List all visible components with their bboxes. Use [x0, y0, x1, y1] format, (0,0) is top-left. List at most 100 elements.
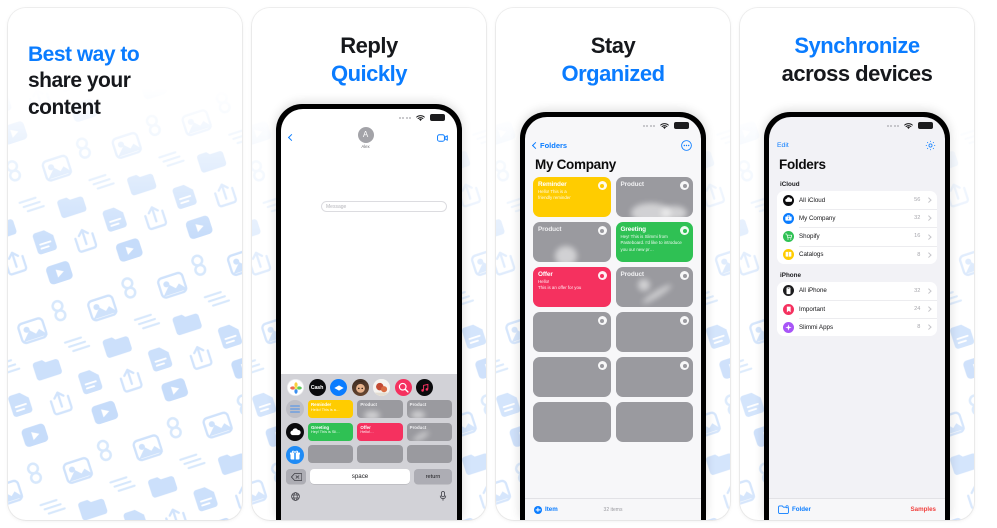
- headline-line-2: across devices: [781, 60, 933, 86]
- snippet-card[interactable]: Reminder Hello! This is a…: [308, 400, 354, 418]
- snippet-title: Product: [538, 226, 562, 233]
- gear-icon[interactable]: [925, 140, 936, 151]
- photo-thumb-app-icon[interactable]: [373, 379, 390, 396]
- snippet-card[interactable]: Offer Hello! This is an offer for you: [533, 267, 611, 307]
- snippet-body: Hello! This is a…: [311, 407, 340, 412]
- microphone-icon[interactable]: [439, 488, 447, 506]
- video-camera-icon[interactable]: [437, 133, 448, 142]
- space-key[interactable]: space: [310, 469, 410, 484]
- snippet-card[interactable]: Product: [357, 400, 403, 418]
- return-key[interactable]: return: [414, 469, 452, 484]
- imessage-app-drawer: Cash Reminder Hello! This is a… Product …: [281, 374, 457, 520]
- photos-app-icon[interactable]: [287, 379, 304, 396]
- phone-mockup: Folders My Company Reminder Hello! This …: [520, 112, 706, 520]
- snippet-body: Hello!…: [360, 430, 374, 435]
- card-badge[interactable]: [680, 316, 689, 325]
- card-badge[interactable]: [597, 361, 607, 370]
- list-item[interactable]: Important 24: [777, 299, 937, 318]
- images-search-app-icon[interactable]: [394, 379, 412, 396]
- gift-icon[interactable]: [286, 446, 304, 464]
- list-item[interactable]: Catalogs 8: [777, 245, 937, 264]
- panel-stay-organized[interactable]: Stay Organized Folders My Company Remind…: [496, 8, 730, 520]
- drawer-side-rail: [286, 400, 304, 464]
- snippet-card[interactable]: [308, 445, 354, 464]
- list-item[interactable]: Slimmi Apps 8: [777, 318, 937, 336]
- message-input[interactable]: Message: [321, 201, 447, 212]
- arrow-app-icon[interactable]: [330, 379, 347, 396]
- headline-line-2: Quickly: [331, 60, 407, 86]
- panel-share-content[interactable]: Best way to share your content: [8, 8, 242, 520]
- chevron-right-icon: [926, 215, 932, 221]
- folder-name: All iPhone: [799, 287, 827, 295]
- snippet-title: Product: [409, 402, 427, 407]
- panel-synchronize[interactable]: Synchronize across devices Edit Folders …: [740, 8, 974, 520]
- snippet-card[interactable]: [406, 445, 452, 464]
- new-folder-button[interactable]: Folder: [778, 505, 811, 514]
- headline-line-1: Reply: [340, 33, 398, 58]
- snippet-card[interactable]: Greeting Hey! This is Sli…: [308, 422, 354, 441]
- snippet-card[interactable]: Greeting Hey! This is Slimmi from Pasteb…: [615, 222, 693, 262]
- panel-headline: Best way to share your content: [8, 8, 242, 121]
- section-header-icloud: iCloud: [780, 181, 800, 188]
- iphone-folder-icon: [783, 285, 794, 297]
- snippet-card[interactable]: [615, 402, 693, 442]
- snippet-body: Hello! This is a friendly reminder: [538, 189, 571, 201]
- snippet-card[interactable]: [533, 312, 611, 352]
- list-item[interactable]: Shopify 16: [777, 227, 937, 245]
- panel-headline: Stay Organized: [496, 8, 730, 87]
- snippet-title: Reminder: [311, 402, 332, 407]
- recents-lines-icon[interactable]: [286, 400, 304, 418]
- back-to-folders-button[interactable]: Folders: [531, 141, 567, 150]
- snippet-card[interactable]: [533, 357, 611, 397]
- delete-key[interactable]: [286, 469, 306, 484]
- back-button[interactable]: [287, 133, 296, 142]
- list-item[interactable]: All iPhone 32: [777, 282, 937, 300]
- folder-count: 16: [914, 233, 921, 240]
- card-badge[interactable]: [680, 181, 689, 190]
- samples-button[interactable]: Samples: [911, 506, 936, 513]
- snippet-card[interactable]: [615, 312, 693, 352]
- globe-icon[interactable]: [291, 488, 300, 506]
- message-placeholder: Message: [326, 203, 347, 210]
- card-badge[interactable]: [597, 316, 607, 325]
- signal-icon: [886, 124, 899, 127]
- snippet-title: Product: [409, 424, 427, 430]
- snippet-card[interactable]: Reminder Hello! This is a friendly remin…: [533, 177, 611, 217]
- snippet-card[interactable]: Product: [533, 222, 611, 262]
- snippet-card[interactable]: [533, 402, 611, 442]
- snippet-card[interactable]: [357, 445, 403, 464]
- page-title: My Company: [535, 157, 617, 172]
- card-badge[interactable]: [680, 361, 689, 370]
- icloud-icon[interactable]: [286, 423, 304, 441]
- snippet-card[interactable]: Product: [406, 422, 452, 441]
- chevron-right-icon: [926, 306, 932, 312]
- list-item[interactable]: My Company 32: [777, 209, 937, 227]
- contact-header[interactable]: A Alex: [357, 126, 374, 149]
- more-ellipsis-icon[interactable]: [681, 140, 692, 151]
- keyboard-utility-row: [281, 484, 457, 506]
- card-badge[interactable]: [597, 181, 607, 190]
- panel-reply-quickly[interactable]: Reply Quickly A Alex Message Cash Remind…: [252, 8, 486, 520]
- music-app-icon[interactable]: [416, 379, 433, 396]
- apple-cash-app-icon[interactable]: Cash: [308, 379, 326, 396]
- card-badge[interactable]: [597, 271, 607, 280]
- snippet-card[interactable]: Product: [615, 177, 693, 217]
- snippet-body: Hey! This is Slimmi from Pasteboard. I'd…: [620, 234, 682, 252]
- snippet-card[interactable]: Product: [406, 400, 452, 418]
- snippet-body: Hey! This is Sli…: [311, 430, 340, 435]
- snippet-card[interactable]: Product: [615, 267, 693, 307]
- list-item[interactable]: All iCloud 56: [777, 191, 937, 209]
- chevron-right-icon: [926, 252, 932, 258]
- chevron-right-icon: [926, 197, 932, 203]
- add-item-label: Item: [545, 506, 558, 513]
- card-badge[interactable]: [680, 226, 689, 235]
- snippet-card[interactable]: [615, 357, 693, 397]
- card-badge[interactable]: [597, 226, 607, 235]
- sparkle-folder-icon: [783, 321, 794, 333]
- add-item-button[interactable]: Item: [534, 505, 558, 514]
- snippet-card[interactable]: Offer Hello!…: [357, 422, 403, 441]
- card-badge[interactable]: [680, 271, 689, 280]
- edit-button[interactable]: Edit: [777, 142, 789, 149]
- headline-line-2: share your: [28, 69, 131, 93]
- memoji-app-icon[interactable]: [351, 379, 369, 396]
